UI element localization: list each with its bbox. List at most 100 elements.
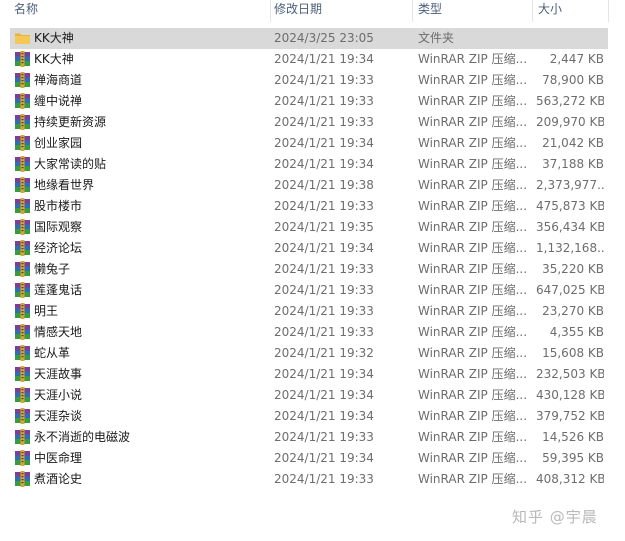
file-row[interactable]: 经济论坛 2024/1/21 19:34 WinRAR ZIP 压缩... 1,132… [0, 238, 625, 259]
file-row[interactable]: 缠中说禅 2024/1/21 19:33 WinRAR ZIP 压缩... 563,2… [0, 91, 625, 112]
file-size: 23,270 KB [542, 304, 604, 318]
file-name: 创业家园 [34, 136, 83, 150]
file-name: 永不消逝的电磁波 [34, 430, 131, 444]
file-size [536, 28, 604, 49]
file-size: 2,447 KB [549, 52, 604, 66]
file-type: WinRAR ZIP 压缩... [418, 451, 528, 465]
file-row[interactable]: 创业家园 2024/1/21 19:34 WinRAR ZIP 压缩... 21,04… [0, 133, 625, 154]
winrar-zip-icon [14, 198, 31, 214]
file-size: 15,608 KB [542, 346, 604, 360]
column-header-bar: 名称 修改日期 类型 大小 [0, 0, 625, 22]
file-row[interactable]: 天涯小说 2024/1/21 19:34 WinRAR ZIP 压缩... 430,1… [0, 385, 625, 406]
file-modified-date: 2024/1/21 19:33 [274, 262, 374, 276]
file-row[interactable]: 股市楼市 2024/1/21 19:33 WinRAR ZIP 压缩... 475,8… [0, 196, 625, 217]
file-modified-date: 2024/3/25 23:05 [274, 31, 374, 45]
file-size: 14,526 KB [542, 430, 604, 444]
file-name: 禅海商道 [34, 73, 83, 87]
winrar-zip-icon [14, 93, 31, 109]
file-type: WinRAR ZIP 压缩... [418, 409, 528, 423]
column-header-date[interactable]: 修改日期 [270, 0, 412, 20]
file-type: WinRAR ZIP 压缩... [418, 94, 528, 108]
winrar-zip-icon [14, 303, 31, 319]
file-row[interactable]: 持续更新资源 2024/1/21 19:33 WinRAR ZIP 压缩... 209… [0, 112, 625, 133]
file-name: 天涯故事 [34, 367, 83, 381]
file-list: KK大神 2024/3/25 23:05 文件夹 KK大神 2024/1/21 19:3… [0, 28, 625, 490]
file-type: WinRAR ZIP 压缩... [418, 430, 528, 444]
winrar-zip-icon [14, 408, 31, 424]
file-name: 莲蓬鬼话 [34, 283, 83, 297]
column-divider[interactable] [412, 0, 413, 22]
file-size: 379,752 KB [536, 409, 604, 423]
folder-icon [14, 30, 31, 46]
file-name: 股市楼市 [34, 199, 83, 213]
file-size: 232,503 KB [536, 367, 604, 381]
file-row[interactable]: KK大神 2024/3/25 23:05 文件夹 [0, 28, 625, 49]
file-type: WinRAR ZIP 压缩... [418, 178, 528, 192]
winrar-zip-icon [14, 345, 31, 361]
column-header-type[interactable]: 类型 [414, 0, 532, 20]
file-type: WinRAR ZIP 压缩... [418, 367, 528, 381]
file-type: WinRAR ZIP 压缩... [418, 283, 528, 297]
file-modified-date: 2024/1/21 19:34 [274, 241, 374, 255]
winrar-zip-icon [14, 135, 31, 151]
file-row[interactable]: 懒兔子 2024/1/21 19:33 WinRAR ZIP 压缩... 35,220… [0, 259, 625, 280]
file-name: 国际观察 [34, 220, 83, 234]
file-type: WinRAR ZIP 压缩... [418, 115, 528, 129]
file-modified-date: 2024/1/21 19:34 [274, 451, 374, 465]
file-row[interactable]: 莲蓬鬼话 2024/1/21 19:33 WinRAR ZIP 压缩... 647,0… [0, 280, 625, 301]
file-modified-date: 2024/1/21 19:33 [274, 283, 374, 297]
file-type: WinRAR ZIP 压缩... [418, 136, 528, 150]
file-row[interactable]: 禅海商道 2024/1/21 19:33 WinRAR ZIP 压缩... 78,90… [0, 70, 625, 91]
winrar-zip-icon [14, 387, 31, 403]
winrar-zip-icon [14, 177, 31, 193]
file-row[interactable]: 国际观察 2024/1/21 19:35 WinRAR ZIP 压缩... 356,4… [0, 217, 625, 238]
file-row[interactable]: KK大神 2024/1/21 19:34 WinRAR ZIP 压缩... 2,447… [0, 49, 625, 70]
file-modified-date: 2024/1/21 19:34 [274, 367, 374, 381]
file-size: 37,188 KB [542, 157, 604, 171]
column-divider[interactable] [608, 0, 609, 22]
file-row[interactable]: 天涯故事 2024/1/21 19:34 WinRAR ZIP 压缩... 232,5… [0, 364, 625, 385]
file-modified-date: 2024/1/21 19:34 [274, 388, 374, 402]
file-name: 煮酒论史 [34, 472, 83, 486]
file-modified-date: 2024/1/21 19:33 [274, 325, 374, 339]
file-size: 35,220 KB [542, 262, 604, 276]
file-type: WinRAR ZIP 压缩... [418, 220, 528, 234]
winrar-zip-icon [14, 114, 31, 130]
file-size: 356,434 KB [536, 220, 604, 234]
file-modified-date: 2024/1/21 19:33 [274, 199, 374, 213]
file-type: WinRAR ZIP 压缩... [418, 241, 528, 255]
file-row[interactable]: 蛇从革 2024/1/21 19:32 WinRAR ZIP 压缩... 15,608… [0, 343, 625, 364]
file-size: 430,128 KB [536, 388, 604, 402]
file-name: 天涯杂谈 [34, 409, 83, 423]
file-modified-date: 2024/1/21 19:34 [274, 52, 374, 66]
file-name: 经济论坛 [34, 241, 83, 255]
file-modified-date: 2024/1/21 19:33 [274, 430, 374, 444]
file-type: WinRAR ZIP 压缩... [418, 304, 528, 318]
winrar-zip-icon [14, 471, 31, 487]
file-modified-date: 2024/1/21 19:33 [274, 304, 374, 318]
file-name: 持续更新资源 [34, 115, 107, 129]
file-row[interactable]: 情感天地 2024/1/21 19:33 WinRAR ZIP 压缩... 4,355… [0, 322, 625, 343]
column-header-size[interactable]: 大小 [534, 0, 608, 20]
file-modified-date: 2024/1/21 19:33 [274, 94, 374, 108]
winrar-zip-icon [14, 219, 31, 235]
column-divider[interactable] [532, 0, 533, 22]
file-row[interactable]: 大家常读的贴 2024/1/21 19:34 WinRAR ZIP 压缩... 37,… [0, 154, 625, 175]
file-type: WinRAR ZIP 压缩... [418, 325, 528, 339]
file-row[interactable]: 煮酒论史 2024/1/21 19:33 WinRAR ZIP 压缩... 408,3… [0, 469, 625, 490]
column-header-name[interactable]: 名称 [10, 0, 270, 20]
file-modified-date: 2024/1/21 19:38 [274, 178, 374, 192]
file-type: WinRAR ZIP 压缩... [418, 346, 528, 360]
file-type: WinRAR ZIP 压缩... [418, 73, 528, 87]
watermark: 知乎 @宇晨 [512, 508, 598, 526]
file-row[interactable]: 天涯杂谈 2024/1/21 19:34 WinRAR ZIP 压缩... 379,7… [0, 406, 625, 427]
file-modified-date: 2024/1/21 19:35 [274, 220, 374, 234]
winrar-zip-icon [14, 72, 31, 88]
file-size: 21,042 KB [542, 136, 604, 150]
file-row[interactable]: 地缘看世界 2024/1/21 19:38 WinRAR ZIP 压缩... 2,37… [0, 175, 625, 196]
file-row[interactable]: 永不消逝的电磁波 2024/1/21 19:33 WinRAR ZIP 压缩... 1… [0, 427, 625, 448]
file-name: 缠中说禅 [34, 94, 83, 108]
file-row[interactable]: 中医命理 2024/1/21 19:34 WinRAR ZIP 压缩... 59,39… [0, 448, 625, 469]
file-name: 明王 [34, 304, 59, 318]
file-row[interactable]: 明王 2024/1/21 19:33 WinRAR ZIP 压缩... 23,270 … [0, 301, 625, 322]
